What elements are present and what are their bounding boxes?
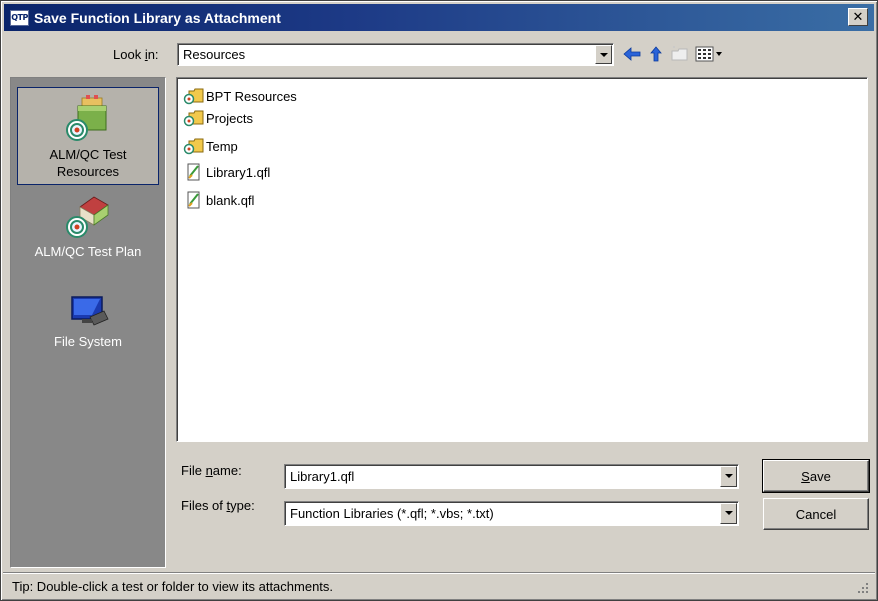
test-resources-icon <box>64 94 112 144</box>
file-type-label: Files of type: <box>181 498 255 513</box>
look-in-value: Resources <box>183 47 246 62</box>
back-button[interactable] <box>621 44 643 64</box>
status-bar: Tip: Double-click a test or folder to vi… <box>3 572 875 599</box>
qc-folder-icon <box>183 87 205 105</box>
places-bar: ALM/QC Test Resources ALM/QC Test Plan F… <box>10 77 166 568</box>
file-type-value: Function Libraries (*.qfl; *.vbs; *.txt) <box>290 506 494 521</box>
file-name: Projects <box>206 110 253 126</box>
look-in-label: Look in: <box>113 47 159 62</box>
place-file-system[interactable]: File System <box>17 287 159 367</box>
file-name: blank.qfl <box>206 192 255 208</box>
qc-folder-icon <box>183 109 205 127</box>
place-test-plan[interactable]: ALM/QC Test Plan <box>17 185 159 283</box>
file-type-select[interactable]: Function Libraries (*.qfl; *.vbs; *.txt) <box>284 501 739 526</box>
file-system-icon <box>64 293 112 331</box>
navigation-toolbar <box>621 42 771 66</box>
look-in-dropdown[interactable]: Resources <box>177 43 614 66</box>
place-label: ALM/QC Test Plan <box>34 244 142 259</box>
window-title: Save Function Library as Attachment <box>34 9 281 26</box>
qtp-app-icon: QTP <box>10 9 29 26</box>
chevron-down-icon[interactable] <box>720 466 737 487</box>
view-menu-button[interactable] <box>694 44 726 64</box>
new-folder-button[interactable] <box>669 44 691 64</box>
file-list[interactable]: BPT Resources Projects Temp Library1.qfl… <box>176 77 868 442</box>
new-folder-icon <box>671 46 688 61</box>
chevron-down-icon[interactable] <box>720 503 737 524</box>
view-menu-icon <box>695 46 722 62</box>
file-name-label: File name: <box>181 463 242 478</box>
file-name-field[interactable]: Library1.qfl <box>284 464 739 489</box>
resize-grip-icon[interactable] <box>857 582 869 594</box>
list-item[interactable]: Library1.qfl <box>183 161 270 183</box>
up-folder-button[interactable] <box>645 44 667 64</box>
list-item[interactable]: Projects <box>183 107 253 129</box>
place-label: ALM/QC Test Resources <box>49 147 127 179</box>
chevron-down-icon[interactable] <box>595 45 612 64</box>
close-button[interactable]: ✕ <box>848 8 868 26</box>
dialog-window: QTP Save Function Library as Attachment … <box>0 0 878 601</box>
test-plan-icon <box>64 191 112 241</box>
list-item[interactable]: blank.qfl <box>183 189 254 211</box>
cancel-button[interactable]: Cancel <box>763 498 869 530</box>
close-icon: ✕ <box>852 9 864 25</box>
place-test-resources[interactable]: ALM/QC Test Resources <box>17 87 159 185</box>
file-name: BPT Resources <box>206 88 297 104</box>
file-name: Library1.qfl <box>206 164 271 180</box>
file-name-value: Library1.qfl <box>290 469 355 484</box>
title-bar[interactable]: QTP Save Function Library as Attachment … <box>4 4 874 31</box>
qfl-file-icon <box>183 163 205 181</box>
qfl-file-icon <box>183 191 205 209</box>
list-item[interactable]: Temp <box>183 135 238 157</box>
up-arrow-icon <box>650 46 662 62</box>
list-item[interactable]: BPT Resources <box>183 85 297 107</box>
status-tip: Tip: Double-click a test or folder to vi… <box>12 578 334 594</box>
qc-folder-icon <box>183 137 205 155</box>
back-arrow-icon <box>623 47 641 61</box>
file-name: Temp <box>206 138 238 154</box>
place-label: File System <box>54 334 122 349</box>
save-button[interactable]: Save <box>762 459 870 493</box>
